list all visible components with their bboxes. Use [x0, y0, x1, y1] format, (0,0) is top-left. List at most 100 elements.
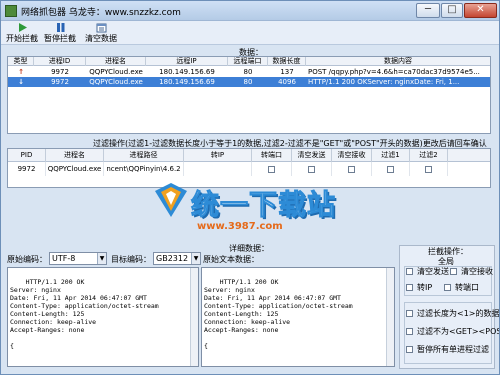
- col-remote-port[interactable]: 远程端口: [228, 57, 268, 66]
- filter-pid: 9972: [8, 162, 46, 176]
- target-encoding-value: GB2312: [156, 254, 189, 263]
- chevron-down-icon[interactable]: ▼: [191, 253, 200, 264]
- row-process-name: QQPYCloud.exe: [89, 68, 143, 76]
- clear-send-checkbox[interactable]: [308, 165, 315, 173]
- raw-data-textbox[interactable]: HTTP/1.1 200 OK Server: nginx Date: Fri,…: [201, 267, 395, 367]
- clear-recv-global-checkbox[interactable]: [450, 268, 457, 275]
- filter-length-option[interactable]: 过滤长度为<1>的数据: [406, 308, 500, 320]
- table-row[interactable]: ↑ 9972 QQPYCloud.exe 180.149.156.69 80 1…: [8, 67, 490, 77]
- raw-scrollbar[interactable]: [386, 268, 394, 366]
- filter-table[interactable]: PID 进程名 进程路径 转IP 转端口 清空发送 清空接收 过滤1 过滤2 9…: [7, 148, 491, 188]
- watermark-url: www.3987.com: [197, 221, 283, 232]
- redirect-ip-option[interactable]: 转IP: [406, 282, 432, 294]
- filter-clear-recv-cell: [332, 162, 372, 176]
- pause-capture-button[interactable]: 暂停拦截: [43, 22, 77, 44]
- clear-data-button[interactable]: 清空数据: [83, 22, 119, 44]
- col-data-length[interactable]: 数据长度: [268, 57, 306, 66]
- filter2-cell: [410, 162, 448, 176]
- redirect-port-global-checkbox[interactable]: [444, 284, 451, 291]
- col-filter1[interactable]: 过滤1: [372, 149, 410, 162]
- row-process-name: QQPYCloud.exe: [89, 78, 143, 86]
- clear-data-label: 清空数据: [85, 34, 117, 43]
- filter1-cell: [372, 162, 410, 176]
- col-filter2[interactable]: 过滤2: [410, 149, 448, 162]
- col-remote-ip[interactable]: 远程IP: [146, 57, 228, 66]
- row-pid: 9972: [51, 68, 69, 76]
- row-pid: 9972: [51, 78, 69, 86]
- col-process-path[interactable]: 进程路径: [104, 149, 184, 162]
- redirect-ip-label: 转IP: [417, 283, 433, 292]
- table-row-selected[interactable]: ↓ 9972 QQPYCloud.exe 180.149.156.69 80 4…: [8, 77, 490, 87]
- watermark-text: 统一下载站: [190, 188, 337, 222]
- filter-length-checkbox[interactable]: [406, 310, 413, 317]
- row-data-content: HTTP/1.1 200 OKServer: nginxDate: Fri, 1…: [308, 78, 460, 86]
- filter-redirect-ip-cell[interactable]: [184, 162, 252, 176]
- decoded-data-textbox[interactable]: HTTP/1.1 200 OK Server: nginx Date: Fri,…: [7, 267, 199, 367]
- start-capture-label: 开始拦截: [6, 34, 38, 43]
- redirect-port-option[interactable]: 转端口: [444, 282, 479, 294]
- filter-length-label: 过滤长度为<1>的数据: [417, 309, 500, 318]
- col-redirect-ip[interactable]: 转IP: [184, 149, 252, 162]
- raw-text-label: 原始文本数据：: [203, 255, 259, 264]
- pause-process-filter-label: 暂停所有单进程过滤: [417, 345, 489, 354]
- col-clear-recv[interactable]: 清空接收: [332, 149, 372, 162]
- toolbar: 开始拦截 暂停拦截 清空数据: [1, 21, 499, 45]
- pause-icon: [56, 23, 64, 32]
- row-remote-port: 80: [243, 68, 253, 76]
- chevron-down-icon[interactable]: ▼: [97, 253, 106, 264]
- clear-send-label: 清空发送: [417, 267, 449, 276]
- packet-table[interactable]: 类型 进程ID 进程名 远程IP 远程端口 数据长度 数据内容 ↑ 9972 Q…: [7, 56, 491, 134]
- filter-nonget-checkbox[interactable]: [406, 328, 413, 335]
- play-icon: [18, 23, 27, 32]
- filter-process-name: QQPYCloud.exe: [46, 162, 104, 176]
- row-remote-ip: 180.149.156.69: [159, 78, 215, 86]
- pause-capture-label: 暂停拦截: [44, 34, 76, 43]
- decoded-scrollbar[interactable]: [190, 268, 198, 366]
- clear-recv-label: 清空接收: [461, 267, 493, 276]
- row-data-length: 137: [280, 68, 294, 76]
- clear-send-option[interactable]: 清空发送: [406, 266, 449, 278]
- window-title: 网络抓包器 乌龙寺：www.snzzkz.com: [21, 8, 181, 18]
- close-button[interactable]: ✕: [464, 3, 497, 18]
- target-encoding-label: 目标编码：: [111, 255, 151, 264]
- intercept-panel: 拦截操作： 全局 清空发送 清空接收 转IP 转端口 过滤长度为<1>的数据 过…: [399, 245, 499, 369]
- row-remote-port: 80: [243, 78, 253, 86]
- clear-send-global-checkbox[interactable]: [406, 268, 413, 275]
- minimize-button[interactable]: ─: [416, 3, 440, 18]
- col-pid[interactable]: 进程ID: [34, 57, 86, 66]
- redirect-ip-checkbox[interactable]: [406, 284, 413, 291]
- pause-process-filter-option[interactable]: 暂停所有单进程过滤: [406, 344, 489, 356]
- col-data-content[interactable]: 数据内容: [306, 57, 490, 66]
- filter-row[interactable]: 9972 QQPYCloud.exe ncent\QQPinyin\4.6.2: [8, 162, 490, 176]
- raw-data-text: HTTP/1.1 200 OK Server: nginx Date: Fri,…: [204, 278, 353, 350]
- col-redirect-port[interactable]: 转端口: [252, 149, 292, 162]
- orig-encoding-label: 原始编码：: [7, 255, 47, 264]
- title-bar[interactable]: 网络抓包器 乌龙寺：www.snzzkz.com ─ □ ✕: [1, 1, 499, 21]
- col-process-name[interactable]: 进程名: [86, 57, 146, 66]
- filter-nonget-option[interactable]: 过滤不为<GET><POST>: [406, 326, 499, 338]
- filter2-checkbox[interactable]: [425, 165, 432, 173]
- clear-recv-option[interactable]: 清空接收: [450, 266, 493, 278]
- col-pid[interactable]: PID: [8, 149, 46, 162]
- row-data-length: 4096: [278, 78, 296, 86]
- row-type: ↑: [18, 68, 24, 76]
- redirect-port-checkbox[interactable]: [268, 165, 275, 173]
- pause-process-filter-checkbox[interactable]: [406, 346, 413, 353]
- clear-recv-checkbox[interactable]: [348, 165, 355, 173]
- col-type[interactable]: 类型: [8, 57, 34, 66]
- col-clear-send[interactable]: 清空发送: [292, 149, 332, 162]
- col-process-name[interactable]: 进程名: [46, 149, 104, 162]
- start-capture-button[interactable]: 开始拦截: [5, 22, 39, 44]
- maximize-button[interactable]: □: [441, 3, 463, 18]
- target-encoding-select[interactable]: GB2312 ▼: [153, 252, 201, 265]
- encoding-bar: 原始编码： UTF-8 ▼ 目标编码： GB2312 ▼ 原始文本数据：: [7, 252, 395, 266]
- orig-encoding-select[interactable]: UTF-8 ▼: [49, 252, 107, 265]
- filter1-checkbox[interactable]: [387, 165, 394, 173]
- clear-data-icon: [96, 23, 106, 33]
- filter-redirect-port-cell[interactable]: [252, 162, 292, 176]
- filter-table-header: PID 进程名 进程路径 转IP 转端口 清空发送 清空接收 过滤1 过滤2: [8, 149, 490, 162]
- redirect-port-label: 转端口: [455, 283, 479, 292]
- filter-clear-send-cell: [292, 162, 332, 176]
- row-remote-ip: 180.149.156.69: [159, 68, 215, 76]
- filter-process-path: ncent\QQPinyin\4.6.2: [104, 162, 184, 176]
